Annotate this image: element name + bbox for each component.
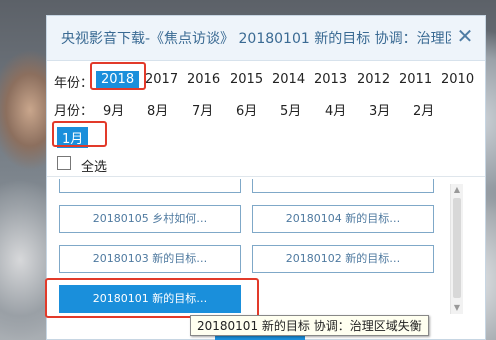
year-option-2014[interactable]: 2014 <box>272 72 305 87</box>
month-option-2[interactable]: 2月 <box>413 100 434 119</box>
scroll-down-icon[interactable]: ▼ <box>451 302 463 314</box>
month-option-5[interactable]: 5月 <box>280 100 301 119</box>
episode-item[interactable]: 20180103 新的目标… <box>59 245 241 273</box>
download-dialog: 央视影音下载-《焦点访谈》 20180101 新的目标 协调：治理区 ✕ 年份：… <box>45 15 486 340</box>
list-scrollbar[interactable]: ▲ ▼ <box>450 184 463 314</box>
year-option-2015[interactable]: 2015 <box>230 72 263 87</box>
month-highlight-box <box>52 121 107 147</box>
year-option-2017[interactable]: 2017 <box>145 72 178 87</box>
episode-item[interactable]: 20180104 新的目标… <box>252 205 434 233</box>
select-all-checkbox[interactable] <box>57 156 71 170</box>
episode-item[interactable]: 20180105 乡村如何… <box>59 205 241 233</box>
close-icon[interactable]: ✕ <box>455 26 475 46</box>
year-label: 年份： <box>54 76 94 91</box>
month-option-7[interactable]: 7月 <box>192 100 213 119</box>
year-option-2012[interactable]: 2012 <box>357 72 390 87</box>
episode-tooltip: 20180101 新的目标 协调：治理区域失衡 <box>190 315 429 336</box>
year-option-2011[interactable]: 2011 <box>399 72 432 87</box>
episode-highlight-box <box>45 278 259 318</box>
month-option-8[interactable]: 8月 <box>147 100 168 119</box>
month-option-6[interactable]: 6月 <box>236 100 257 119</box>
select-all-label: 全选 <box>81 160 108 175</box>
episode-item-partial[interactable] <box>252 179 434 193</box>
month-option-9[interactable]: 9月 <box>103 100 124 119</box>
scroll-up-icon[interactable]: ▲ <box>451 184 463 196</box>
year-option-2013[interactable]: 2013 <box>314 72 347 87</box>
episode-item-partial[interactable] <box>59 179 241 193</box>
month-option-3[interactable]: 3月 <box>369 100 390 119</box>
dialog-titlebar: 央视影音下载-《焦点访谈》 20180101 新的目标 协调：治理区 ✕ <box>47 16 485 61</box>
year-option-2010[interactable]: 2010 <box>441 72 474 87</box>
month-label: 月份： <box>54 104 94 119</box>
scroll-thumb[interactable] <box>453 198 461 298</box>
month-option-4[interactable]: 4月 <box>325 100 346 119</box>
dialog-title: 央视影音下载-《焦点访谈》 20180101 新的目标 协调：治理区 <box>61 31 451 47</box>
year-highlight-box <box>90 62 146 90</box>
episode-item[interactable]: 20180102 新的目标… <box>252 245 434 273</box>
year-option-2016[interactable]: 2016 <box>187 72 220 87</box>
divider <box>47 176 485 177</box>
